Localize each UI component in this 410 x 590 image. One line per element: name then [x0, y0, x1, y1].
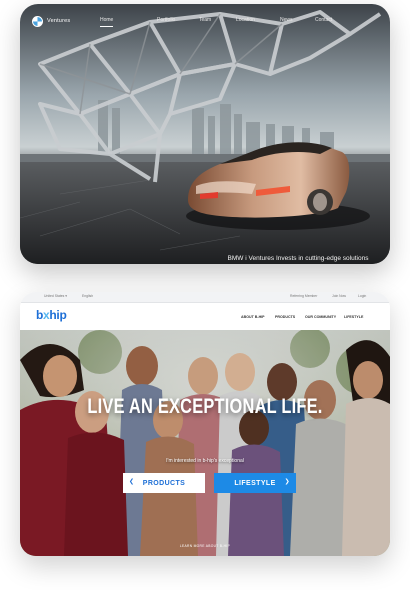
- utility-bar: United States ▾ English Referring Member…: [20, 292, 390, 303]
- nav-item-about[interactable]: ABOUT B-HIP: [241, 315, 265, 319]
- nav-item-products[interactable]: PRODUCTS: [275, 315, 295, 319]
- nav-item-team[interactable]: Team: [199, 17, 211, 23]
- products-button[interactable]: ❮ PRODUCTS: [123, 473, 205, 493]
- nav-item-news[interactable]: News: [280, 17, 293, 23]
- login-link[interactable]: Login: [358, 294, 366, 298]
- language-select[interactable]: English: [82, 294, 93, 298]
- nav-item-lifestyle[interactable]: LIFESTYLE: [344, 315, 363, 319]
- hero-photo-group-of-friends: [20, 330, 390, 556]
- logo-letter-b: b: [36, 308, 44, 322]
- learn-more-link[interactable]: LEARN MORE ABOUT B-HIP: [20, 544, 390, 548]
- nav-item-location[interactable]: Location: [236, 17, 255, 23]
- bmw-roundel-icon: [32, 15, 43, 27]
- hero-subtext: I'm interested in b-hip's exceptional: [166, 458, 244, 464]
- logo-word-hip: hip: [49, 308, 67, 322]
- nav-menu: Home Portfolio Team Location News Contac…: [100, 17, 380, 27]
- brand-logo[interactable]: Ventures: [32, 14, 70, 28]
- bmw-ventures-screenshot-card: Ventures Home Portfolio Team Location Ne…: [20, 4, 390, 264]
- join-now-link[interactable]: Join Now: [332, 294, 346, 298]
- chevron-left-icon: ❮: [129, 479, 135, 485]
- hero-headline: LIVE AN EXCEPTIONAL LIFE.: [87, 395, 323, 418]
- top-navigation: Ventures Home Portfolio Team Location Ne…: [20, 4, 390, 38]
- bxhip-logo[interactable]: bxhip: [36, 309, 67, 321]
- hero-image-concept-car: [20, 4, 390, 264]
- nav-item-community[interactable]: OUR COMMUNITY: [305, 315, 336, 319]
- lifestyle-button[interactable]: LIFESTYLE ❯: [214, 473, 296, 493]
- brand-name: Ventures: [47, 18, 71, 24]
- nav-item-portfolio[interactable]: Portfolio: [157, 17, 175, 23]
- products-button-label: PRODUCTS: [142, 479, 186, 487]
- bxhip-screenshot-card: United States ▾ English Referring Member…: [20, 292, 390, 556]
- hero-caption: BMW i Ventures Invests in cutting-edge s…: [227, 255, 369, 262]
- nav-item-home[interactable]: Home: [100, 17, 114, 27]
- main-header: bxhip ABOUT B-HIP PRODUCTS OUR COMMUNITY…: [20, 303, 390, 329]
- country-select[interactable]: United States ▾: [44, 294, 67, 298]
- referring-member-link[interactable]: Referring Member: [290, 294, 317, 298]
- lifestyle-button-label: LIFESTYLE: [234, 479, 276, 487]
- chevron-right-icon: ❯: [284, 479, 290, 485]
- nav-item-contact[interactable]: Contact: [315, 17, 332, 23]
